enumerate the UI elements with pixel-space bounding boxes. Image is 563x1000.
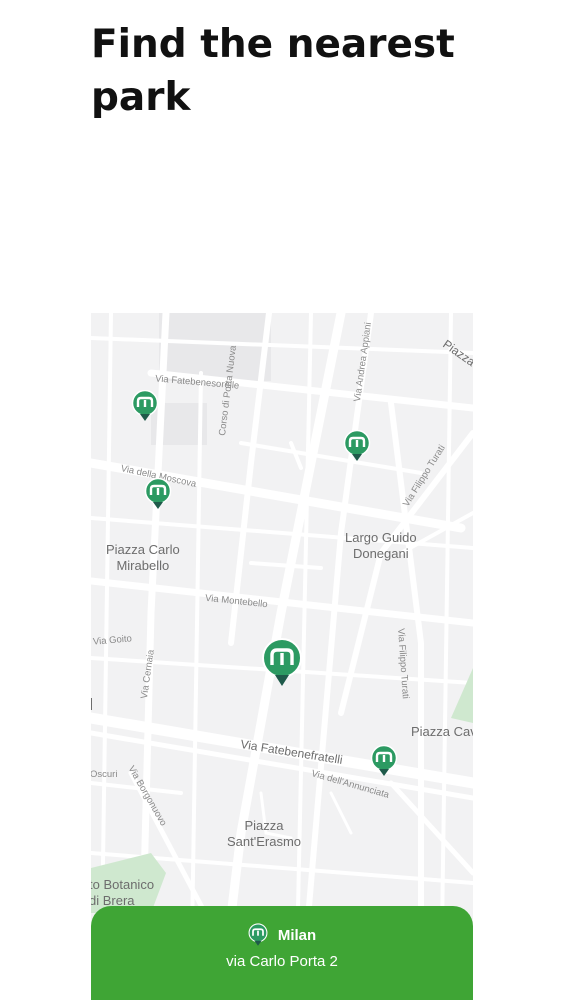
park-marker-icon: [370, 745, 398, 776]
selected-park-card[interactable]: Milan via Carlo Porta 2: [91, 906, 473, 1000]
card-address: via Carlo Porta 2: [226, 953, 338, 970]
card-city: Milan: [277, 926, 317, 944]
park-marker-icon: [131, 390, 159, 421]
place-label-largo-guido-donegani: Largo Guido Donegani: [345, 530, 417, 561]
park-marker-icon: [343, 430, 371, 461]
street-label-oscuri: Oscuri: [91, 769, 118, 780]
place-label-piazza-cavour: Piazza Cav: [411, 724, 473, 739]
place-label-piazza-carlo-mirabello: Piazza Carlo Mirabello: [106, 542, 180, 573]
place-label-orto-botanico: to Botanico di Brera: [91, 877, 155, 908]
park-marker-icon: [144, 478, 172, 509]
map[interactable]: Piazza Carlo Mirabello Largo Guido Donegan…: [91, 313, 473, 1000]
page-title: Find the nearest park: [91, 22, 455, 120]
place-label-piazza-sant-erasmo: Piazza Sant'Erasmo: [227, 818, 302, 849]
selected-park-marker-icon: [262, 638, 302, 686]
card-header: Milan: [91, 923, 473, 947]
park-marker-icon: [248, 923, 268, 946]
